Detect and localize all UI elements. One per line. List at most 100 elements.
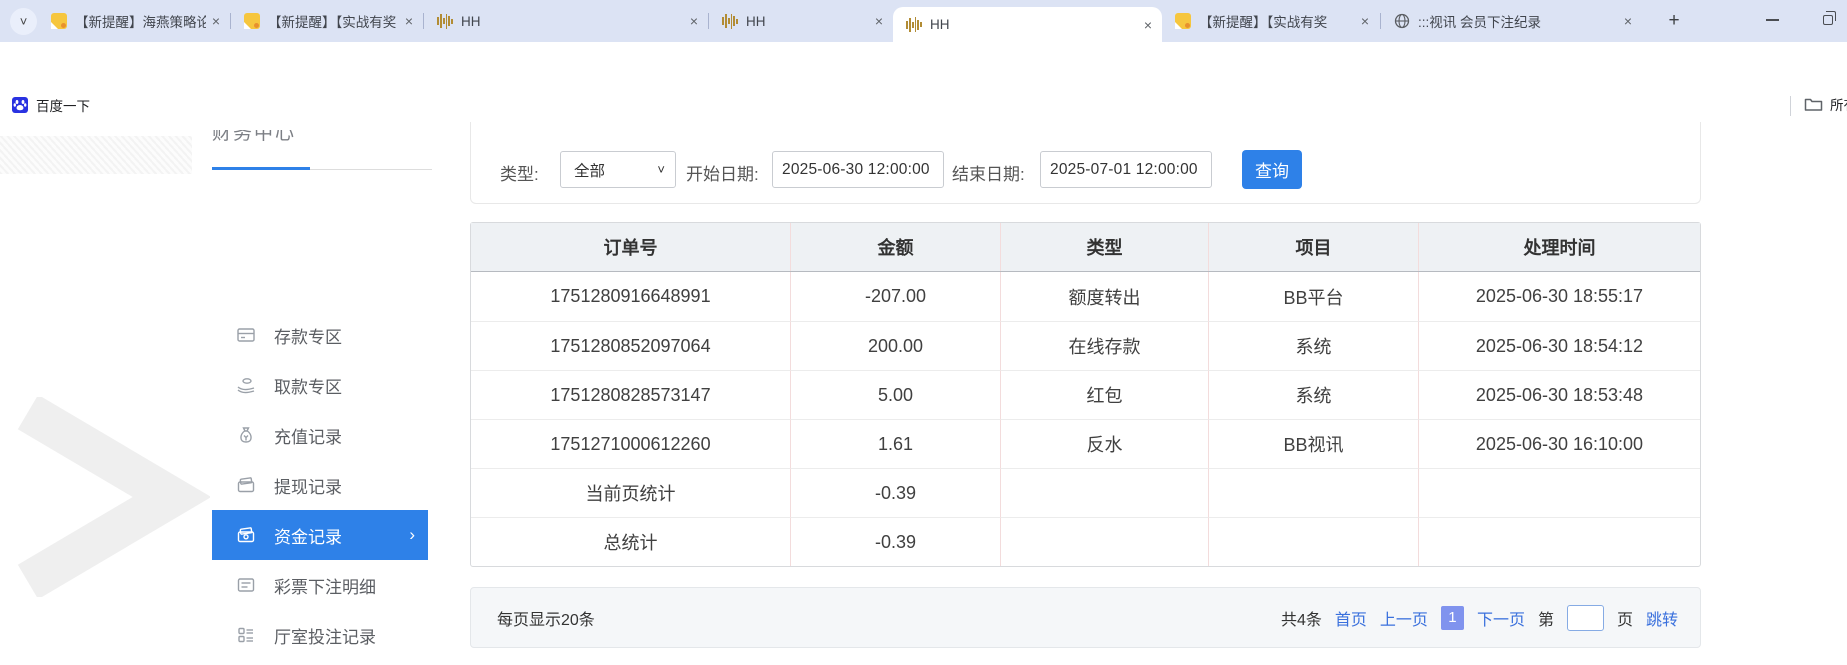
tab-video-records[interactable]: :::视讯 会员下注纪录 × bbox=[1381, 0, 1642, 42]
order-no: 1751280916648991 bbox=[471, 272, 791, 321]
jump-button[interactable]: 跳转 bbox=[1646, 606, 1678, 630]
column-header: 处理时间 bbox=[1419, 223, 1700, 271]
start-date-input[interactable]: 2025-06-30 12:00:00 bbox=[772, 151, 944, 188]
minimize-button[interactable] bbox=[1750, 0, 1794, 40]
sidebar-item-hall-bet-records[interactable]: 厅室投注记录 bbox=[212, 610, 428, 660]
sidebar-item-label: 资金记录 bbox=[274, 523, 342, 548]
type: 在线存款 bbox=[1001, 321, 1209, 370]
process-time: 2025-06-30 18:54:12 bbox=[1419, 321, 1700, 370]
tab-forum-2[interactable]: 【新提醒】【实战有奖 × bbox=[231, 0, 423, 42]
project: 系统 bbox=[1209, 370, 1419, 419]
close-icon[interactable]: × bbox=[405, 13, 413, 29]
new-tab-button[interactable]: + bbox=[1660, 7, 1688, 35]
sidebar-item-lottery-bet-detail[interactable]: 彩票下注明细 bbox=[212, 560, 428, 610]
close-icon[interactable]: × bbox=[1144, 17, 1152, 33]
sidebar-item-funds-records[interactable]: 资金记录 › bbox=[212, 510, 428, 560]
order-no: 1751280828573147 bbox=[471, 370, 791, 419]
folder-icon bbox=[1804, 96, 1823, 112]
tab-title: 【新提醒】【实战有奖 bbox=[268, 11, 399, 31]
empty-cell bbox=[1419, 468, 1700, 517]
watermark-texture bbox=[0, 136, 192, 174]
browser-toolbar: ← → ↻ ⌂ yl756.com/hhcp/usercenter.html?i… bbox=[0, 42, 1847, 90]
sidebar-item-label: 充值记录 bbox=[274, 423, 342, 448]
page-content: 财务中心 存款专区 取款专区 充值记录 提现记录 资金记录 › 彩票下注明细 bbox=[0, 122, 1847, 665]
table-row: 1751280916648991 -207.00 额度转出 BB平台 2025-… bbox=[471, 272, 1700, 321]
close-icon[interactable]: × bbox=[1361, 13, 1369, 29]
tab-forum-3[interactable]: 【新提醒】【实战有奖 × bbox=[1162, 0, 1379, 42]
type: 红包 bbox=[1001, 370, 1209, 419]
tab-title: HH bbox=[461, 14, 684, 29]
sidebar-item-label: 厅室投注记录 bbox=[274, 623, 376, 648]
sidebar-item-label: 提现记录 bbox=[274, 473, 342, 498]
end-date-input[interactable]: 2025-07-01 12:00:00 bbox=[1040, 151, 1212, 188]
process-time: 2025-06-30 16:10:00 bbox=[1419, 419, 1700, 468]
page-size-text: 每页显示20条 bbox=[497, 588, 595, 647]
bookmarks-bar: 百度一下 所有书签 bbox=[0, 90, 1847, 122]
sidebar-item-deposit-zone[interactable]: 存款专区 bbox=[212, 310, 428, 360]
empty-cell bbox=[1001, 517, 1209, 566]
end-date-label: 结束日期: bbox=[952, 160, 1025, 185]
waveform-icon bbox=[437, 13, 453, 29]
forum-icon bbox=[1175, 13, 1191, 29]
waveform-icon bbox=[722, 13, 738, 29]
tab-forum-1[interactable]: 【新提醒】海燕策略论坛 × bbox=[38, 0, 230, 42]
sidebar-item-withdrawal-records[interactable]: 提现记录 bbox=[212, 460, 428, 510]
sidebar-item-label: 彩票下注明细 bbox=[274, 573, 376, 598]
sidebar-item-recharge-records[interactable]: 充值记录 bbox=[212, 410, 428, 460]
tab-hh-active[interactable]: HH × bbox=[893, 7, 1162, 42]
funds-table: 订单号 金额 类型 项目 处理时间 1751280916648991 -207.… bbox=[470, 222, 1701, 567]
close-icon[interactable]: × bbox=[690, 13, 698, 29]
tab-title: 【新提醒】【实战有奖 bbox=[1199, 11, 1355, 31]
list-icon bbox=[236, 575, 256, 595]
amount: -0.39 bbox=[791, 468, 1001, 517]
close-icon[interactable]: × bbox=[212, 13, 220, 29]
next-page-link[interactable]: 下一页 bbox=[1477, 606, 1525, 630]
close-icon[interactable]: × bbox=[1624, 13, 1632, 29]
sidebar-item-player-bet-report[interactable]: 玩家投注报表 bbox=[212, 660, 428, 665]
bookmark-label: 百度一下 bbox=[36, 95, 90, 115]
table-header-row: 订单号 金额 类型 项目 处理时间 bbox=[471, 223, 1700, 272]
total-count-text: 共4条 bbox=[1281, 606, 1322, 630]
order-no: 1751271000612260 bbox=[471, 419, 791, 468]
tab-title: HH bbox=[746, 14, 869, 29]
first-page-link[interactable]: 首页 bbox=[1335, 606, 1367, 630]
watermark-chevron bbox=[0, 397, 210, 602]
sidebar-item-withdraw-zone[interactable]: 取款专区 bbox=[212, 360, 428, 410]
minimize-icon bbox=[1766, 19, 1779, 21]
tab-hh-1[interactable]: HH × bbox=[424, 0, 708, 42]
bookmarks-divider bbox=[1790, 96, 1791, 116]
cash-icon bbox=[236, 525, 256, 545]
prev-page-link[interactable]: 上一页 bbox=[1380, 606, 1428, 630]
project: BB视讯 bbox=[1209, 419, 1419, 468]
bookmark-baidu[interactable]: 百度一下 bbox=[12, 95, 90, 115]
type: 额度转出 bbox=[1001, 272, 1209, 321]
sidebar-header-active-bar bbox=[212, 167, 310, 170]
column-header: 项目 bbox=[1209, 223, 1419, 271]
tab-search-button[interactable]: ˅ bbox=[10, 8, 37, 35]
column-header: 金额 bbox=[791, 223, 1001, 271]
sidebar-item-label: 存款专区 bbox=[274, 323, 342, 348]
table-row: 1751280852097064 200.00 在线存款 系统 2025-06-… bbox=[471, 321, 1700, 370]
sidebar-header-text: 财务中心 bbox=[212, 130, 362, 145]
tab-strip: ˅ 【新提醒】海燕策略论坛 × 【新提醒】【实战有奖 × HH × HH × H… bbox=[0, 0, 1847, 42]
current-page-indicator[interactable]: 1 bbox=[1441, 606, 1464, 630]
type-select[interactable]: 全部 ˅ bbox=[560, 151, 676, 188]
tab-hh-2[interactable]: HH × bbox=[709, 0, 893, 42]
baidu-paw-icon bbox=[12, 97, 28, 113]
forum-icon bbox=[244, 13, 260, 29]
close-icon[interactable]: × bbox=[875, 13, 883, 29]
restore-button[interactable] bbox=[1806, 0, 1847, 40]
jump-prefix-text: 第 bbox=[1538, 606, 1554, 630]
deposit-card-icon bbox=[236, 325, 256, 345]
all-bookmarks-button[interactable]: 所有书签 bbox=[1804, 94, 1847, 114]
process-time: 2025-06-30 18:55:17 bbox=[1419, 272, 1700, 321]
amount: -0.39 bbox=[791, 517, 1001, 566]
end-date-value: 2025-07-01 12:00:00 bbox=[1050, 161, 1198, 179]
stat-label: 总统计 bbox=[471, 517, 791, 566]
all-bookmarks-label: 所有书签 bbox=[1830, 94, 1847, 114]
jump-page-input[interactable] bbox=[1567, 605, 1604, 631]
search-button[interactable]: 查询 bbox=[1242, 150, 1302, 189]
jump-suffix-text: 页 bbox=[1617, 606, 1633, 630]
start-date-label: 开始日期: bbox=[686, 160, 759, 185]
project: BB平台 bbox=[1209, 272, 1419, 321]
